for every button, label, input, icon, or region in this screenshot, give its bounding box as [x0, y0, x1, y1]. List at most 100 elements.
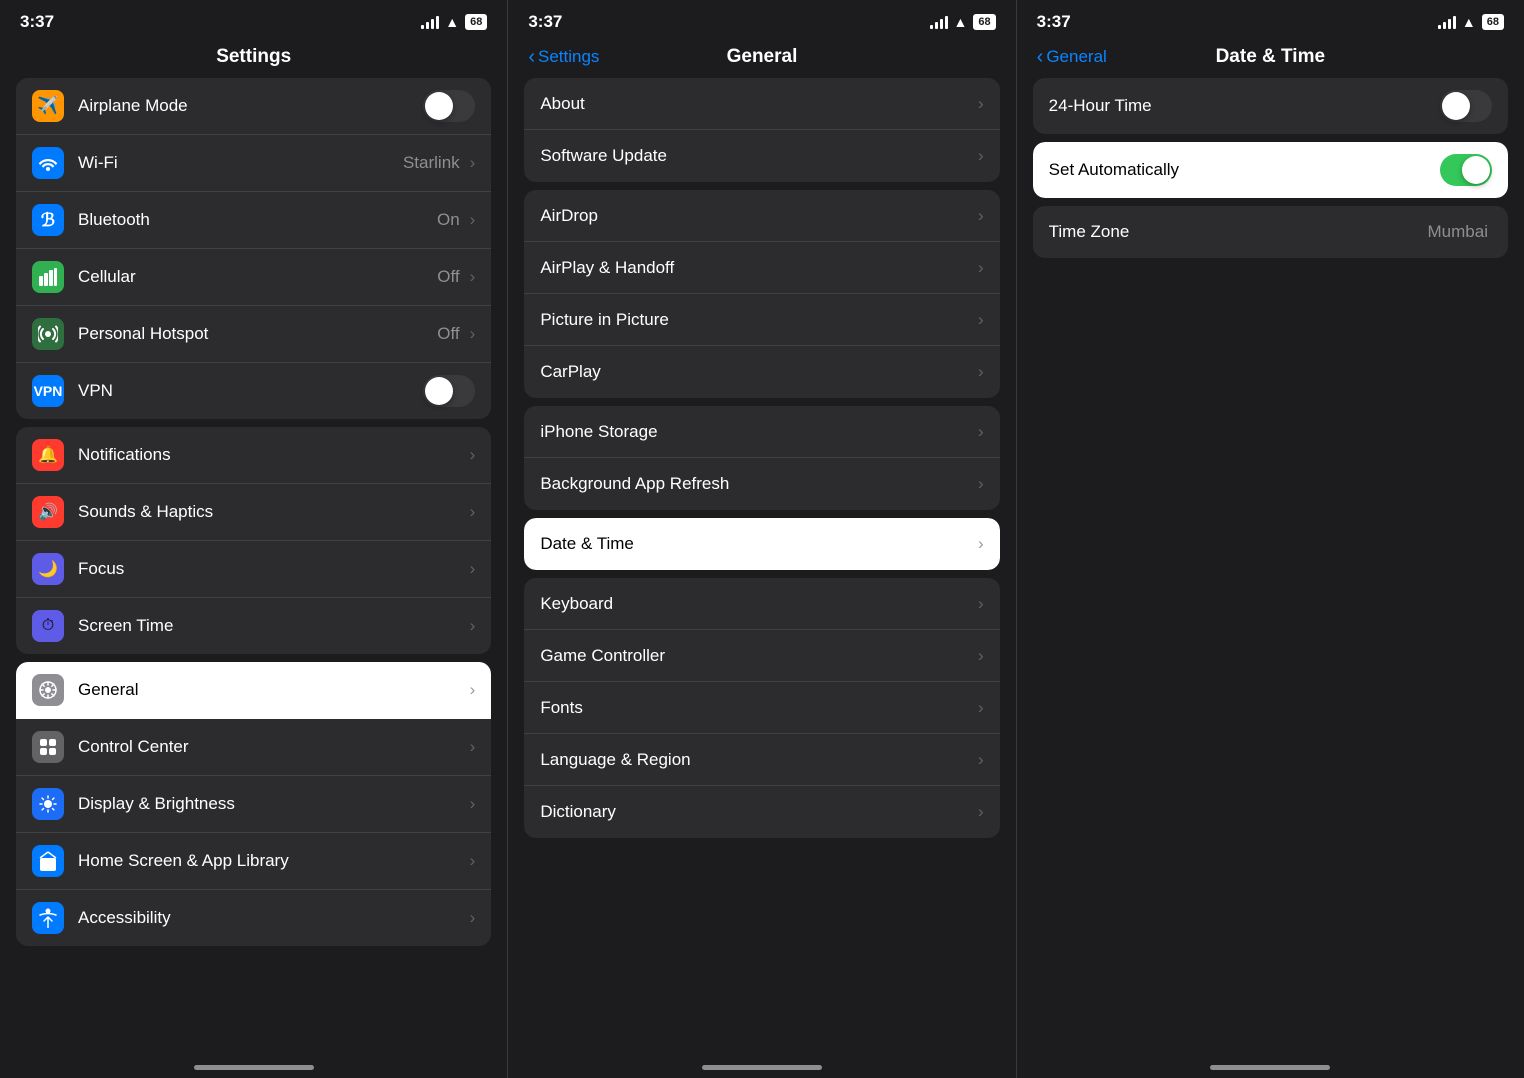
row-fonts[interactable]: Fonts ›: [524, 682, 999, 734]
airdrop-group: AirDrop › AirPlay & Handoff ›: [524, 190, 999, 398]
row-right: [1440, 90, 1492, 122]
row-set-automatically[interactable]: Set Automatically: [1033, 142, 1508, 198]
row-timezone[interactable]: Time Zone Mumbai: [1033, 206, 1508, 258]
set-auto-toggle[interactable]: [1440, 154, 1492, 186]
back-label-2: Settings: [538, 47, 599, 67]
panel-settings: 3:37 ▲ 68 Settings ✈️: [0, 0, 507, 1078]
row-right: ›: [470, 502, 476, 522]
notifications-icon: 🔔: [32, 439, 64, 471]
row-pip[interactable]: Picture in Picture ›: [524, 294, 999, 346]
row-airplane-mode[interactable]: ✈️ Airplane Mode: [16, 78, 491, 135]
row-keyboard[interactable]: Keyboard ›: [524, 578, 999, 630]
row-label: Game Controller: [540, 646, 665, 666]
nav-back-3[interactable]: ‹ General: [1037, 47, 1107, 67]
status-time-2: 3:37: [528, 12, 562, 32]
focus-icon: 🌙: [32, 553, 64, 585]
status-bar-3: 3:37 ▲ 68: [1017, 0, 1524, 40]
row-dictionary[interactable]: Dictionary ›: [524, 786, 999, 838]
24hour-group: 24-Hour Time: [1033, 78, 1508, 134]
row-cellular[interactable]: Cellular Off ›: [16, 249, 491, 306]
row-bg-refresh[interactable]: Background App Refresh ›: [524, 458, 999, 510]
row-carplay[interactable]: CarPlay ›: [524, 346, 999, 398]
row-screen-time[interactable]: ⏱ Screen Time ›: [16, 598, 491, 654]
row-content: Set Automatically: [1049, 154, 1492, 186]
row-focus[interactable]: 🌙 Focus ›: [16, 541, 491, 598]
row-24hour[interactable]: 24-Hour Time: [1033, 78, 1508, 134]
row-bluetooth[interactable]: ℬ Bluetooth On ›: [16, 192, 491, 249]
nav-title-3: Date & Time: [1216, 46, 1325, 68]
row-content: Software Update ›: [540, 146, 983, 166]
nav-back-2[interactable]: ‹ Settings: [528, 47, 599, 67]
row-content: Accessibility ›: [78, 908, 475, 928]
row-content: Dictionary ›: [540, 802, 983, 822]
row-right: [423, 90, 475, 122]
row-right: ›: [470, 559, 476, 579]
row-control-center[interactable]: Control Center ›: [16, 719, 491, 776]
row-software-update[interactable]: Software Update ›: [524, 130, 999, 182]
row-wifi[interactable]: Wi-Fi Starlink ›: [16, 135, 491, 192]
bar4: [945, 16, 948, 29]
row-right: ›: [978, 94, 984, 114]
row-home-screen[interactable]: Home Screen & App Library ›: [16, 833, 491, 890]
row-label: VPN: [78, 381, 113, 401]
row-date-time[interactable]: Date & Time ›: [524, 518, 999, 570]
row-airdrop[interactable]: AirDrop ›: [524, 190, 999, 242]
nav-title-2: General: [727, 46, 798, 68]
row-content: Display & Brightness ›: [78, 794, 475, 814]
row-iphone-storage[interactable]: iPhone Storage ›: [524, 406, 999, 458]
phones-container: 3:37 ▲ 68 Settings ✈️: [0, 0, 1524, 1078]
row-right: ›: [978, 594, 984, 614]
row-label: Picture in Picture: [540, 310, 669, 330]
row-label: Control Center: [78, 737, 189, 757]
row-content: AirPlay & Handoff ›: [540, 258, 983, 278]
row-label: Background App Refresh: [540, 474, 729, 494]
row-notifications[interactable]: 🔔 Notifications ›: [16, 427, 491, 484]
chevron-icon: ›: [470, 794, 476, 814]
24hour-toggle[interactable]: [1440, 90, 1492, 122]
row-content: Game Controller ›: [540, 646, 983, 666]
row-airplay[interactable]: AirPlay & Handoff ›: [524, 242, 999, 294]
row-label: Set Automatically: [1049, 160, 1179, 180]
wifi-icon: [32, 147, 64, 179]
row-content: VPN: [78, 375, 475, 407]
row-content: Airplane Mode: [78, 90, 475, 122]
chevron-icon: ›: [470, 153, 476, 173]
row-game-controller[interactable]: Game Controller ›: [524, 630, 999, 682]
row-label: Accessibility: [78, 908, 171, 928]
row-general[interactable]: General ›: [16, 662, 491, 719]
network-group: ✈️ Airplane Mode: [16, 78, 491, 419]
bar1: [930, 25, 933, 29]
chevron-icon: ›: [978, 594, 984, 614]
wifi-status-icon-1: ▲: [445, 14, 459, 30]
datetime-group-wrapper: Date & Time ›: [524, 518, 999, 570]
row-accessibility[interactable]: Accessibility ›: [16, 890, 491, 946]
chevron-icon: ›: [978, 698, 984, 718]
airplane-toggle[interactable]: [423, 90, 475, 122]
nav-bar-2: ‹ Settings General: [508, 40, 1015, 78]
battery-1: 68: [465, 14, 487, 30]
toggle-thumb: [1462, 156, 1490, 184]
home-indicator-3: [1210, 1065, 1330, 1070]
row-label: Keyboard: [540, 594, 613, 614]
chevron-icon: ›: [470, 737, 476, 757]
row-right: ›: [978, 646, 984, 666]
row-label: Cellular: [78, 267, 136, 287]
row-vpn[interactable]: VPN VPN: [16, 363, 491, 419]
bar4: [436, 16, 439, 29]
row-sounds[interactable]: 🔊 Sounds & Haptics ›: [16, 484, 491, 541]
row-label: About: [540, 94, 584, 114]
row-label: Personal Hotspot: [78, 324, 208, 344]
row-content: Wi-Fi Starlink ›: [78, 153, 475, 173]
chevron-icon: ›: [470, 559, 476, 579]
keyboard-group: Keyboard › Game Controller ›: [524, 578, 999, 838]
row-language[interactable]: Language & Region ›: [524, 734, 999, 786]
status-icons-2: ▲ 68: [930, 14, 996, 30]
row-hotspot[interactable]: Personal Hotspot Off ›: [16, 306, 491, 363]
vpn-icon: VPN: [32, 375, 64, 407]
row-about[interactable]: About ›: [524, 78, 999, 130]
vpn-toggle[interactable]: [423, 375, 475, 407]
status-bar-1: 3:37 ▲ 68: [0, 0, 507, 40]
screen-time-icon: ⏱: [32, 610, 64, 642]
row-display[interactable]: Display & Brightness ›: [16, 776, 491, 833]
bar3: [431, 19, 434, 29]
